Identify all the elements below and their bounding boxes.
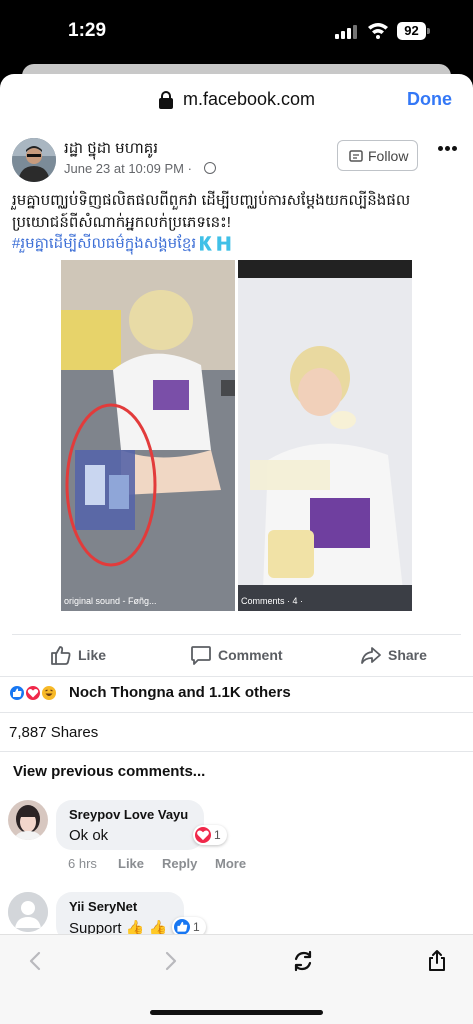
comment-reply-button[interactable]: Reply: [162, 856, 197, 871]
comment-icon: [191, 646, 211, 665]
back-icon[interactable]: [24, 949, 48, 973]
comment-more-button[interactable]: More: [215, 856, 246, 871]
post-image-right[interactable]: Comments · 4 ·: [238, 260, 412, 611]
like-reaction-icon: [8, 684, 26, 702]
divider: [12, 634, 461, 635]
share-sheet-icon[interactable]: [425, 949, 449, 973]
view-previous-comments[interactable]: View previous comments...: [13, 763, 205, 780]
comment-time: 6 hrs: [68, 856, 97, 871]
divider: [0, 712, 473, 713]
haha-reaction-icon: [40, 684, 58, 702]
status-time: 1:29: [68, 20, 107, 41]
share-button[interactable]: Share: [360, 644, 430, 668]
image-right-caption: Comments · 4 ·: [241, 596, 304, 606]
divider: [0, 751, 473, 752]
forward-icon[interactable]: [158, 949, 182, 973]
wifi-icon: [368, 23, 388, 39]
post-image-left[interactable]: original sound - Føñg...: [61, 260, 235, 611]
follow-icon: [349, 150, 363, 162]
divider: [0, 676, 473, 677]
like-label: Like: [78, 647, 107, 663]
more-icon[interactable]: [438, 146, 458, 152]
comment-reaction-badge[interactable]: 1: [193, 825, 227, 845]
comment-text: Ok ok: [69, 827, 109, 844]
author-avatar[interactable]: [12, 138, 56, 182]
home-indicator: [150, 1010, 323, 1015]
like-reaction-icon: [174, 919, 190, 935]
comment-button[interactable]: Comment: [190, 644, 290, 668]
follow-label: Follow: [368, 148, 409, 164]
like-button[interactable]: Like: [50, 644, 110, 668]
author-name[interactable]: រដ្ឋា ថ្នុដា មហាគូរ: [64, 139, 158, 161]
post-date[interactable]: June 23 at 10:09 PM ·: [64, 161, 192, 176]
follow-button[interactable]: Follow: [337, 140, 418, 171]
url-text[interactable]: m.facebook.com: [183, 89, 315, 110]
reload-icon[interactable]: [291, 949, 315, 973]
love-reaction-icon: [24, 684, 42, 702]
share-label: Share: [388, 647, 427, 663]
like-icon: [51, 646, 71, 665]
comment-author[interactable]: Yii SeryNet: [69, 899, 137, 914]
comment-like-button[interactable]: Like: [118, 856, 144, 871]
signal-icon: [335, 25, 359, 39]
comment-label: Comment: [218, 647, 283, 663]
love-reaction-icon: [195, 827, 211, 843]
done-button[interactable]: Done: [407, 89, 452, 110]
screen: 1:29 92 m.facebook.com Done រដ្ឋា ថ្នុដា…: [0, 0, 473, 1024]
url-bar: m.facebook.com Done: [0, 74, 473, 126]
browser-sheet: m.facebook.com Done រដ្ឋា ថ្នុដា មហាគូរ …: [0, 74, 473, 1024]
battery-level: 92: [397, 22, 426, 40]
image-left-caption: original sound - Føñg...: [64, 596, 157, 606]
comment-avatar[interactable]: [8, 800, 48, 840]
share-icon: [361, 647, 381, 664]
post-text: រួមគ្នាបញ្ឈប់ទិញផលិតផលពីពួកវា ដើម្បីបញ្ឈ…: [12, 192, 411, 231]
share-count[interactable]: 7,887 Shares: [9, 724, 98, 741]
lock-icon: [159, 91, 173, 109]
reaction-icons[interactable]: [8, 684, 68, 704]
comment-avatar-default[interactable]: [8, 892, 48, 932]
comment-reaction-count: 1: [193, 920, 200, 934]
reaction-summary[interactable]: Noch Thongna and 1.1K others: [69, 684, 291, 701]
globe-icon: [204, 162, 216, 174]
comment-author[interactable]: Sreypov Love Vayu: [69, 807, 188, 822]
battery-icon: 92: [397, 22, 431, 40]
post-hashtag[interactable]: #រួមគ្នាដើម្បីសីលធម៌ក្នុងសង្គមខ្មែរ🇰🇭: [12, 234, 234, 256]
comment-bubble[interactable]: Sreypov Love Vayu Ok ok: [56, 800, 204, 850]
browser-toolbar: [0, 934, 473, 1024]
status-bar: 1:29 92: [0, 0, 473, 64]
comment-reaction-count: 1: [214, 828, 221, 842]
